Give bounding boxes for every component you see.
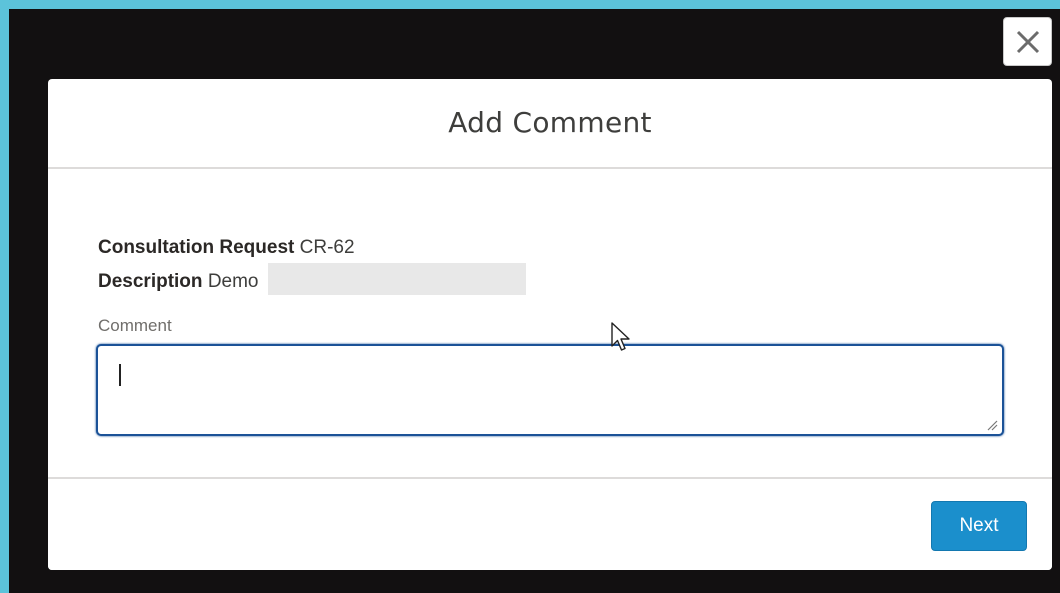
modal-title: Add Comment <box>448 105 652 139</box>
redacted-text <box>267 263 526 295</box>
consultation-request-value: CR-62 <box>299 237 355 258</box>
resize-handle-icon[interactable] <box>986 419 998 431</box>
modal-header: Add Comment <box>48 79 1052 169</box>
close-icon <box>1016 30 1039 53</box>
next-button[interactable]: Next <box>931 501 1027 551</box>
consultation-request-label: Consultation Request <box>98 237 295 258</box>
close-button[interactable] <box>1003 17 1052 66</box>
comment-label: Comment <box>98 316 172 335</box>
description-label: Description <box>98 271 203 293</box>
window-frame: Add Comment Consultation Request CR-62 D… <box>0 0 1060 593</box>
mouse-pointer-icon <box>611 322 630 351</box>
description-value: Demo <box>207 271 259 293</box>
add-comment-modal: Add Comment Consultation Request CR-62 D… <box>48 79 1052 570</box>
modal-footer <box>48 477 1052 570</box>
description-field: Description Demo <box>98 263 526 295</box>
text-caret <box>119 364 121 386</box>
comment-textarea[interactable] <box>96 344 1004 436</box>
consultation-request-field: Consultation Request CR-62 <box>98 237 355 259</box>
